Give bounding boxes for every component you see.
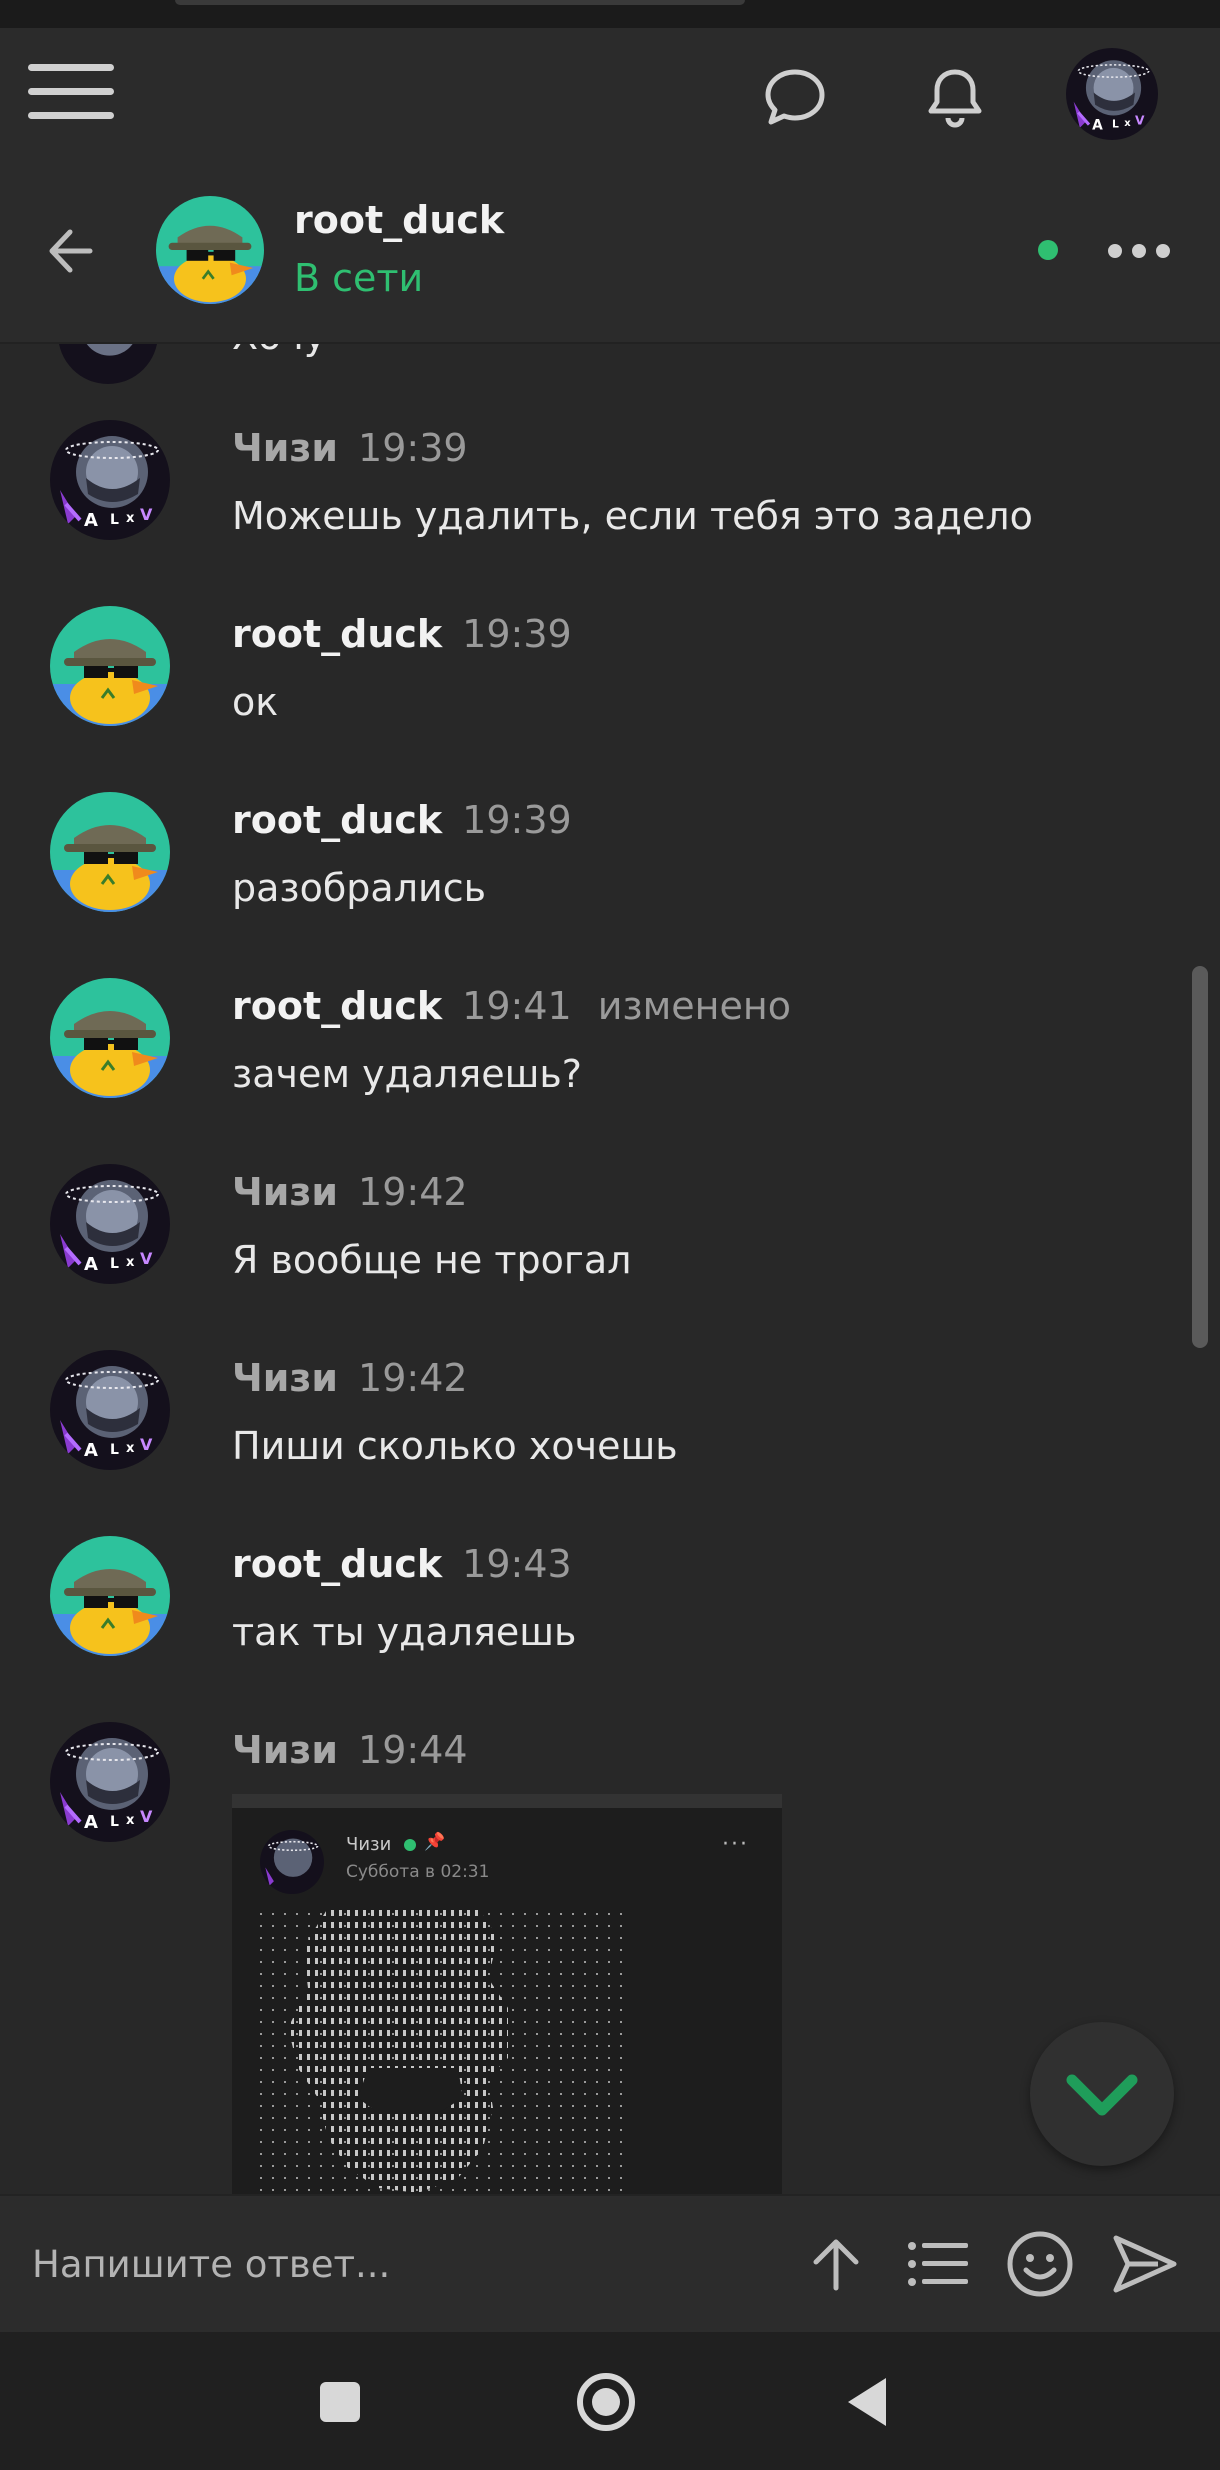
online-indicator [1038, 240, 1058, 260]
menu-icon[interactable] [28, 56, 116, 128]
upload-icon[interactable] [798, 2226, 874, 2302]
avatar[interactable]: A L x V [50, 1350, 170, 1470]
svg-text:A: A [84, 1440, 98, 1461]
message-author[interactable]: Чизи [232, 426, 338, 470]
message-item[interactable]: root_duck 19:39 ок [0, 530, 1190, 726]
message-item[interactable]: A L x V Чизи 19:42 Я вообще не трогал [0, 1088, 1190, 1284]
message-time: 19:43 [462, 1542, 572, 1586]
svg-text:A: A [84, 1812, 98, 1833]
message-time: 19:42 [358, 1170, 468, 1214]
message-meta: root_duck 19:43 [232, 1542, 572, 1586]
svg-text:x: x [126, 1441, 135, 1456]
scroll-to-bottom-button[interactable] [1030, 2022, 1174, 2166]
message-time: 19:41 [462, 984, 572, 1028]
message-meta: Чизи 19:39 [232, 426, 468, 470]
avatar[interactable] [50, 792, 170, 912]
message-meta: Чизи 19:42 [232, 1356, 468, 1400]
message-time: 19:39 [358, 426, 468, 470]
message-item[interactable]: A L x V Чизи 19:42 Пиши сколько хочешь [0, 1274, 1190, 1470]
list-icon[interactable] [900, 2226, 976, 2302]
message-meta: root_duck 19:39 [232, 798, 572, 842]
message-meta: root_duck 19:39 [232, 612, 572, 656]
more-options-icon: ··· [722, 1832, 749, 1857]
avatar[interactable]: A L x V [50, 420, 170, 540]
message-author[interactable]: root_duck [232, 612, 442, 656]
reply-input[interactable] [32, 2226, 772, 2302]
emoji-icon[interactable] [1002, 2226, 1078, 2302]
avatar[interactable]: A L x V [50, 1164, 170, 1284]
pin-icon: 📌 [424, 1832, 446, 1852]
system-status-strip [0, 0, 1220, 28]
more-options-icon[interactable] [1108, 240, 1170, 264]
online-indicator [404, 1839, 416, 1851]
svg-text:L: L [110, 1442, 119, 1458]
svg-text:A: A [84, 510, 98, 531]
home-circle-icon[interactable] [566, 2362, 646, 2442]
svg-text:L: L [1112, 118, 1119, 131]
message-meta: Чизи 19:42 [232, 1170, 468, 1214]
chat-header: root_duck В сети [0, 176, 1220, 344]
svg-text:L: L [110, 1256, 119, 1272]
contact-status: В сети [294, 256, 424, 300]
message-time: 19:44 [358, 1728, 468, 1772]
svg-text:x: x [1124, 118, 1131, 129]
status-pill [175, 0, 745, 5]
message-author[interactable]: Чизи [232, 1170, 338, 1214]
message-item[interactable]: root_duck 19:39 разобрались [0, 716, 1190, 912]
svg-text:V: V [1135, 114, 1145, 128]
message-list[interactable]: Хочу A L x V Чизи19:39 Можешь удалить, е… [0, 344, 1220, 2194]
message-author[interactable]: root_duck [232, 1542, 442, 1586]
send-icon[interactable] [1106, 2226, 1182, 2302]
message-composer [0, 2194, 1220, 2332]
svg-text:x: x [126, 511, 135, 526]
message-meta: Чизи 19:44 [232, 1728, 468, 1772]
contact-name[interactable]: root_duck [294, 198, 504, 242]
avatar[interactable] [50, 606, 170, 726]
svg-text:x: x [126, 1813, 135, 1828]
message-author[interactable]: root_duck [232, 798, 442, 842]
embed-author: Чизи [346, 1834, 392, 1855]
user-avatar[interactable]: A L x V [1066, 48, 1158, 140]
edited-label: изменено [597, 984, 791, 1028]
avatar[interactable] [50, 978, 170, 1098]
svg-text:V: V [140, 1249, 153, 1268]
avatar [260, 1830, 324, 1894]
ascii-art-image [258, 1908, 628, 2194]
contact-avatar[interactable] [156, 196, 264, 304]
message-item[interactable]: root_duck 19:41 изменено зачем удаляешь? [0, 902, 1190, 1098]
svg-text:A: A [84, 1254, 98, 1275]
message-item[interactable]: root_duck 19:43 так ты удаляешь [0, 1460, 1190, 1656]
app-top-bar: A L x V [0, 28, 1220, 176]
svg-text:L: L [110, 512, 119, 528]
message-time: 19:42 [358, 1356, 468, 1400]
svg-text:V: V [140, 1807, 153, 1826]
image-attachment[interactable]: Чизи 📌 Суббота в 02:31 ··· [232, 1794, 782, 2194]
message-author[interactable]: root_duck [232, 984, 442, 1028]
scrollbar[interactable] [1192, 966, 1208, 1348]
bell-icon[interactable] [920, 62, 990, 132]
svg-text:A: A [1092, 117, 1103, 133]
svg-text:V: V [140, 505, 153, 524]
svg-text:x: x [126, 1255, 135, 1270]
message-author[interactable]: Чизи [232, 1356, 338, 1400]
embed-date: Суббота в 02:31 [346, 1862, 490, 1882]
message-meta: root_duck 19:41 изменено [232, 984, 791, 1028]
system-navigation-bar [0, 2332, 1220, 2470]
svg-text:L: L [110, 1814, 119, 1830]
svg-text:V: V [140, 1435, 153, 1454]
message-item[interactable]: A L x V Чизи 19:39 Можешь удалить, если т… [0, 344, 1190, 540]
message-time: 19:39 [462, 612, 572, 656]
back-arrow-icon[interactable] [40, 216, 110, 286]
chat-bubble-icon[interactable] [760, 62, 830, 132]
avatar[interactable]: A L x V [50, 1722, 170, 1842]
message-author[interactable]: Чизи [232, 1728, 338, 1772]
avatar[interactable] [50, 1536, 170, 1656]
message-time: 19:39 [462, 798, 572, 842]
recents-square-icon[interactable] [300, 2362, 380, 2442]
back-triangle-icon[interactable] [830, 2362, 910, 2442]
